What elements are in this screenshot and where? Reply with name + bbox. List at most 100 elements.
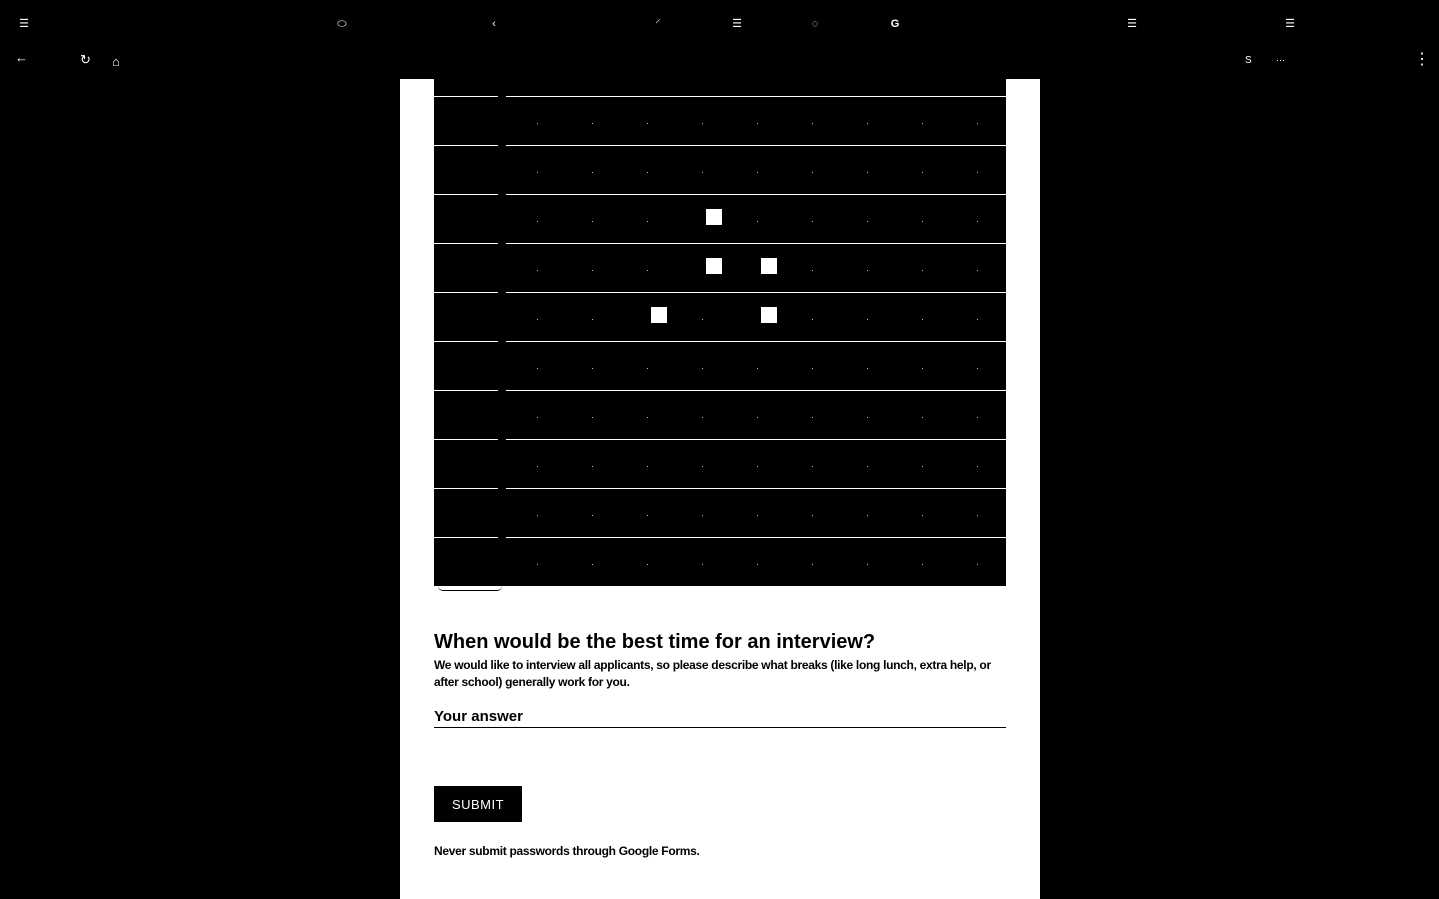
grid-checkbox[interactable] — [922, 564, 923, 565]
grid-checkbox[interactable] — [647, 270, 648, 271]
grid-checkbox[interactable] — [537, 172, 538, 173]
grid-checkbox[interactable] — [647, 368, 648, 369]
grid-checkbox[interactable] — [867, 368, 868, 369]
grid-checkbox[interactable] — [702, 123, 703, 124]
grid-checkbox[interactable] — [592, 417, 593, 418]
grid-checkbox[interactable] — [867, 270, 868, 271]
grid-checkbox[interactable] — [812, 319, 813, 320]
grid-checkbox[interactable] — [537, 368, 538, 369]
grid-checkbox[interactable] — [757, 172, 758, 173]
grid-checkbox[interactable] — [537, 417, 538, 418]
grid-checkbox[interactable] — [867, 172, 868, 173]
grid-checkbox[interactable] — [977, 368, 978, 369]
extension-icon[interactable]: ⋯ — [1276, 52, 1285, 68]
grid-checkbox[interactable] — [592, 515, 593, 516]
more-menu-icon[interactable]: ⋮ — [1414, 52, 1430, 68]
grid-checkbox[interactable] — [812, 417, 813, 418]
grid-checkbox[interactable] — [867, 564, 868, 565]
grid-checkbox[interactable] — [757, 466, 758, 467]
grid-checkbox[interactable] — [702, 368, 703, 369]
back-arrow-icon[interactable]: ← — [15, 50, 28, 66]
grid-checkbox-checked[interactable] — [706, 209, 722, 225]
grid-checkbox[interactable] — [867, 466, 868, 467]
grid-checkbox[interactable] — [647, 172, 648, 173]
grid-checkbox[interactable] — [867, 515, 868, 516]
grid-checkbox[interactable] — [922, 417, 923, 418]
home-icon[interactable]: ⌂ — [112, 54, 120, 70]
grid-checkbox[interactable] — [812, 172, 813, 173]
submit-button[interactable]: SUBMIT — [434, 786, 522, 822]
grid-checkbox[interactable] — [537, 123, 538, 124]
grid-checkbox[interactable] — [812, 270, 813, 271]
grid-checkbox[interactable] — [592, 221, 593, 222]
grid-checkbox[interactable] — [537, 221, 538, 222]
grid-checkbox[interactable] — [647, 515, 648, 516]
grid-checkbox[interactable] — [977, 319, 978, 320]
grid-checkbox[interactable] — [647, 564, 648, 565]
reload-icon[interactable]: ↻ — [80, 52, 91, 68]
grid-checkbox-checked[interactable] — [761, 258, 777, 274]
grid-checkbox[interactable] — [922, 466, 923, 467]
grid-checkbox[interactable] — [537, 515, 538, 516]
grid-checkbox[interactable] — [702, 564, 703, 565]
grid-checkbox[interactable] — [592, 123, 593, 124]
grid-checkbox[interactable] — [647, 466, 648, 467]
grid-checkbox[interactable] — [922, 270, 923, 271]
grid-checkbox[interactable] — [757, 564, 758, 565]
answer-input[interactable] — [434, 705, 1006, 728]
list-icon[interactable]: ☰ — [17, 17, 31, 31]
feather-icon[interactable]: ⸍ — [651, 17, 665, 31]
grid-checkbox[interactable] — [922, 319, 923, 320]
grid-checkbox-checked[interactable] — [706, 258, 722, 274]
grid-checkbox[interactable] — [592, 466, 593, 467]
grid-checkbox[interactable] — [537, 466, 538, 467]
grid-checkbox[interactable] — [812, 123, 813, 124]
oval-icon[interactable]: ⬭ — [335, 17, 349, 31]
grid-checkbox[interactable] — [592, 368, 593, 369]
grid-checkbox[interactable] — [922, 368, 923, 369]
grid-checkbox[interactable] — [812, 515, 813, 516]
grid-checkbox[interactable] — [592, 564, 593, 565]
grid-checkbox[interactable] — [867, 319, 868, 320]
grid-checkbox[interactable] — [977, 172, 978, 173]
grid-checkbox[interactable] — [977, 466, 978, 467]
grid-checkbox[interactable] — [702, 172, 703, 173]
grid-checkbox[interactable] — [702, 466, 703, 467]
grid-checkbox[interactable] — [977, 123, 978, 124]
grid-checkbox[interactable] — [812, 368, 813, 369]
google-icon[interactable]: G — [888, 17, 902, 31]
grid-checkbox[interactable] — [702, 515, 703, 516]
grid-checkbox[interactable] — [922, 172, 923, 173]
grid-checkbox[interactable] — [867, 417, 868, 418]
grid-checkbox[interactable] — [592, 319, 593, 320]
grid-checkbox[interactable] — [757, 123, 758, 124]
grid-checkbox[interactable] — [922, 515, 923, 516]
list-icon[interactable]: ☰ — [1125, 17, 1139, 31]
grid-checkbox[interactable] — [757, 417, 758, 418]
grid-checkbox[interactable] — [977, 515, 978, 516]
grid-checkbox[interactable] — [592, 270, 593, 271]
loading-icon[interactable]: ◌ — [808, 17, 822, 31]
grid-checkbox[interactable] — [647, 221, 648, 222]
grid-checkbox[interactable] — [757, 221, 758, 222]
list-icon[interactable]: ☰ — [1283, 17, 1297, 31]
grid-checkbox[interactable] — [812, 221, 813, 222]
grid-checkbox[interactable] — [812, 466, 813, 467]
grid-checkbox[interactable] — [867, 123, 868, 124]
grid-checkbox[interactable] — [977, 221, 978, 222]
grid-checkbox[interactable] — [702, 417, 703, 418]
grid-checkbox[interactable] — [702, 319, 703, 320]
grid-checkbox[interactable] — [647, 417, 648, 418]
grid-checkbox[interactable] — [977, 270, 978, 271]
grid-checkbox[interactable] — [592, 172, 593, 173]
grid-checkbox-checked[interactable] — [651, 307, 667, 323]
grid-checkbox[interactable] — [537, 564, 538, 565]
grid-checkbox[interactable] — [757, 368, 758, 369]
grid-checkbox[interactable] — [757, 515, 758, 516]
grid-checkbox[interactable] — [977, 417, 978, 418]
list-icon[interactable]: ☰ — [730, 17, 744, 31]
grid-checkbox[interactable] — [867, 221, 868, 222]
grid-checkbox[interactable] — [922, 221, 923, 222]
grid-checkbox[interactable] — [537, 319, 538, 320]
grid-checkbox[interactable] — [922, 123, 923, 124]
